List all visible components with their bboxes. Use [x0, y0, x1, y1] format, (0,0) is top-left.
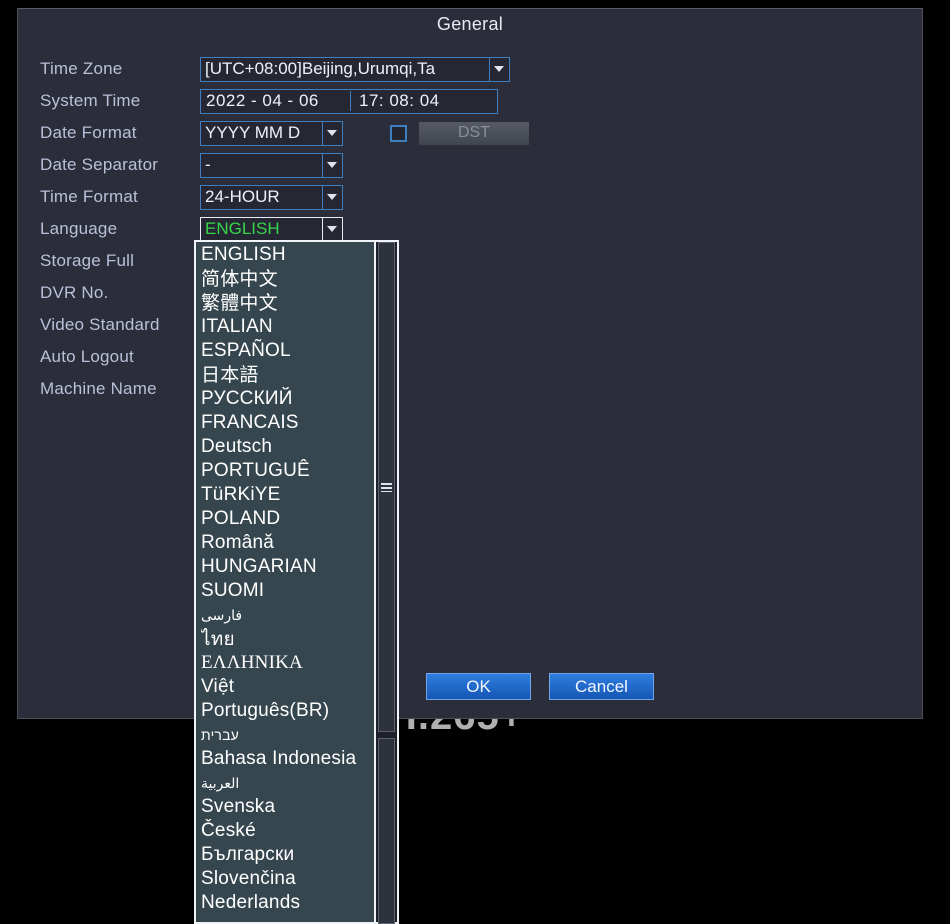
row-time-zone: Time Zone [UTC+08:00]Beijing,Urumqi,Ta	[40, 53, 510, 85]
chevron-down-icon[interactable]	[322, 217, 341, 241]
language-option[interactable]: Slovenčina	[201, 867, 374, 891]
language-option[interactable]: 日本語	[201, 363, 374, 387]
dst-checkbox[interactable]	[390, 124, 407, 142]
cancel-button[interactable]: Cancel	[549, 673, 654, 700]
date-separator-value: -	[205, 155, 211, 174]
chevron-down-icon[interactable]	[322, 185, 341, 209]
language-option[interactable]: Română	[201, 531, 374, 555]
label-dvr-no: DVR No.	[40, 283, 109, 302]
language-dropdown-list[interactable]: ENGLISH 简体中文 繁體中文 ITALIAN ESPAÑOL 日本語 РУССКИЙ F…	[194, 240, 399, 924]
language-option[interactable]: Português(BR)	[201, 699, 374, 723]
language-list-scrollbar[interactable]	[374, 242, 397, 924]
chevron-down-icon[interactable]	[489, 57, 508, 81]
ok-button[interactable]: OK	[426, 673, 531, 700]
time-zone-value: [UTC+08:00]Beijing,Urumqi,Ta	[205, 59, 436, 78]
dst-button[interactable]: DST	[418, 120, 530, 146]
language-option[interactable]: ไทย	[201, 627, 374, 651]
language-option[interactable]: עברית	[201, 723, 374, 747]
label-system-time: System Time	[40, 91, 141, 110]
language-value: ENGLISH	[205, 219, 280, 238]
label-auto-logout: Auto Logout	[40, 347, 134, 366]
language-option[interactable]: РУССКИЙ	[201, 387, 374, 411]
language-option[interactable]: POLAND	[201, 507, 374, 531]
language-option[interactable]: Deutsch	[201, 435, 374, 459]
language-option[interactable]: Български	[201, 843, 374, 867]
language-option[interactable]: Svenska	[201, 795, 374, 819]
background-right-strip	[922, 0, 950, 924]
language-select[interactable]: ENGLISH	[200, 216, 343, 242]
language-option[interactable]: ΕΛΛΗΝΙΚΑ	[201, 651, 374, 675]
general-settings-dialog: General Time Zone [UTC+08:00]Beijing,Uru…	[17, 8, 923, 719]
language-option[interactable]: TüRKiYE	[201, 483, 374, 507]
language-option[interactable]: Bahasa Indonesia	[201, 747, 374, 771]
date-separator-select[interactable]: -	[200, 152, 343, 178]
scrollbar-thumb[interactable]	[378, 242, 395, 732]
dialog-title: General	[436, 14, 504, 34]
language-option[interactable]: ESPAÑOL	[201, 339, 374, 363]
label-date-separator: Date Separator	[40, 155, 159, 174]
label-language: Language	[40, 219, 118, 238]
language-option[interactable]: Nederlands	[201, 891, 374, 915]
dialog-action-buttons: OK Cancel	[426, 673, 654, 700]
language-option[interactable]: České	[201, 819, 374, 843]
row-system-time: System Time 2022 - 04 - 06 17: 08: 04	[40, 85, 510, 117]
row-time-format: Time Format 24-HOUR	[40, 181, 510, 213]
system-date-value[interactable]: 2022 - 04 - 06	[201, 91, 351, 111]
scrollbar-grip-icon	[381, 483, 392, 492]
label-video-standard: Video Standard	[40, 315, 160, 334]
language-option[interactable]: ENGLISH	[201, 243, 374, 267]
label-date-format: Date Format	[40, 123, 137, 142]
row-date-separator: Date Separator -	[40, 149, 510, 181]
language-option[interactable]: ITALIAN	[201, 315, 374, 339]
language-option[interactable]: SUOMI	[201, 579, 374, 603]
language-option[interactable]: FRANCAIS	[201, 411, 374, 435]
system-clock-value[interactable]: 17: 08: 04	[351, 91, 440, 111]
chevron-down-icon[interactable]	[322, 153, 341, 177]
dst-group: DST	[200, 117, 530, 149]
time-format-select[interactable]: 24-HOUR	[200, 184, 343, 210]
label-time-format: Time Format	[40, 187, 138, 206]
row-date-format: Date Format YYYY MM D DST	[40, 117, 530, 149]
language-option[interactable]: 繁體中文	[201, 291, 374, 315]
language-option[interactable]: Việt	[201, 675, 374, 699]
label-time-zone: Time Zone	[40, 59, 123, 78]
time-zone-select[interactable]: [UTC+08:00]Beijing,Urumqi,Ta	[200, 56, 510, 82]
label-storage-full: Storage Full	[40, 251, 135, 270]
language-option[interactable]: العربية	[201, 771, 374, 795]
label-machine-name: Machine Name	[40, 379, 157, 398]
time-format-value: 24-HOUR	[205, 187, 280, 206]
language-option[interactable]: فارسى	[201, 603, 374, 627]
language-option[interactable]: HUNGARIAN	[201, 555, 374, 579]
scrollbar-track-lower[interactable]	[378, 738, 395, 924]
system-time-input[interactable]: 2022 - 04 - 06 17: 08: 04	[200, 88, 498, 114]
language-option-container: ENGLISH 简体中文 繁體中文 ITALIAN ESPAÑOL 日本語 РУССКИЙ F…	[196, 242, 374, 922]
language-option[interactable]: PORTUGUÊ	[201, 459, 374, 483]
background-right-text	[926, 548, 940, 561]
screen-root: H.265+ General Time Zone [UTC+08:00]Beij…	[0, 0, 950, 924]
language-option[interactable]: 简体中文	[201, 267, 374, 291]
